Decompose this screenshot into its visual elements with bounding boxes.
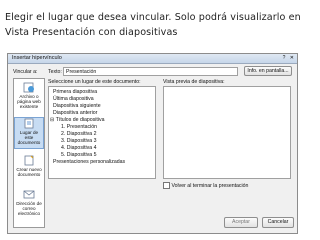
web-page-icon (23, 82, 34, 93)
screentip-button[interactable]: Info. en pantalla... (244, 66, 292, 76)
link-to-sidebar: Archivo o página web existente Lugar de … (13, 78, 45, 228)
text-label: Texto: (48, 69, 62, 75)
preview-label: Vista previa de diapositiva: (163, 79, 225, 85)
sidebar-item-email-address[interactable]: Dirección de correo electrónico (14, 189, 44, 217)
collapse-icon[interactable]: ⊟ (50, 117, 54, 123)
display-text-input[interactable]: Presentación (63, 67, 238, 76)
close-icon[interactable]: ✕ (290, 55, 294, 61)
dialog-title: Insertar hipervínculo (12, 55, 62, 61)
sidebar-item-new-document[interactable]: Crear nuevo documento (14, 155, 44, 177)
email-icon (23, 190, 35, 199)
tree-item-first-slide[interactable]: Primera diapositiva (53, 89, 97, 95)
new-document-icon (24, 155, 34, 166)
tree-item-slide-3[interactable]: 3. Diapositiva 3 (61, 138, 96, 144)
link-to-label: Vincular a: (13, 69, 38, 75)
document-places-tree: Primera diapositiva Última diapositiva D… (48, 86, 156, 179)
display-text-value: Presentación (66, 69, 97, 75)
sidebar-item-existing-file[interactable]: Archivo o página web existente (14, 82, 44, 110)
sidebar-item-place-in-document[interactable]: Lugar de este documento (14, 117, 44, 149)
return-after-show-checkbox[interactable]: Volver al terminar la presentación (163, 182, 248, 189)
tree-item-previous-slide[interactable]: Diapositiva anterior (53, 110, 97, 116)
insert-hyperlink-dialog: Insertar hipervínculo ? ✕ Vincular a: Te… (7, 53, 298, 234)
help-icon[interactable]: ? (283, 55, 286, 61)
tree-item-slide-4[interactable]: 4. Diapositiva 4 (61, 145, 96, 151)
tree-item-slide-5[interactable]: 5. Diapositiva 5 (61, 152, 96, 158)
tree-item-next-slide[interactable]: Diapositiva siguiente (53, 103, 101, 109)
select-place-label: Seleccione un lugar de este documento: (48, 79, 141, 85)
checkbox-box[interactable] (163, 182, 170, 189)
tree-item-custom-shows[interactable]: Presentaciones personalizadas (53, 159, 125, 165)
tree-item-slide-2[interactable]: 2. Diapositiva 2 (61, 131, 96, 137)
document-place-icon (24, 118, 34, 129)
return-checkbox-label: Volver al terminar la presentación (171, 182, 249, 189)
tree-item-slide-1[interactable]: 1. Presentación (61, 124, 97, 130)
cancel-button[interactable]: Cancelar (262, 217, 294, 228)
slide-preview-pane (163, 86, 291, 179)
ok-button[interactable]: Aceptar (224, 217, 258, 228)
slide-caption: Elegir el lugar que desea vincular. Solo… (5, 12, 301, 38)
tree-item-slide-titles[interactable]: ⊟ Títulos de diapositiva (50, 117, 104, 123)
dialog-titlebar: Insertar hipervínculo ? ✕ (8, 54, 297, 64)
tree-item-last-slide[interactable]: Última diapositiva (53, 96, 94, 102)
